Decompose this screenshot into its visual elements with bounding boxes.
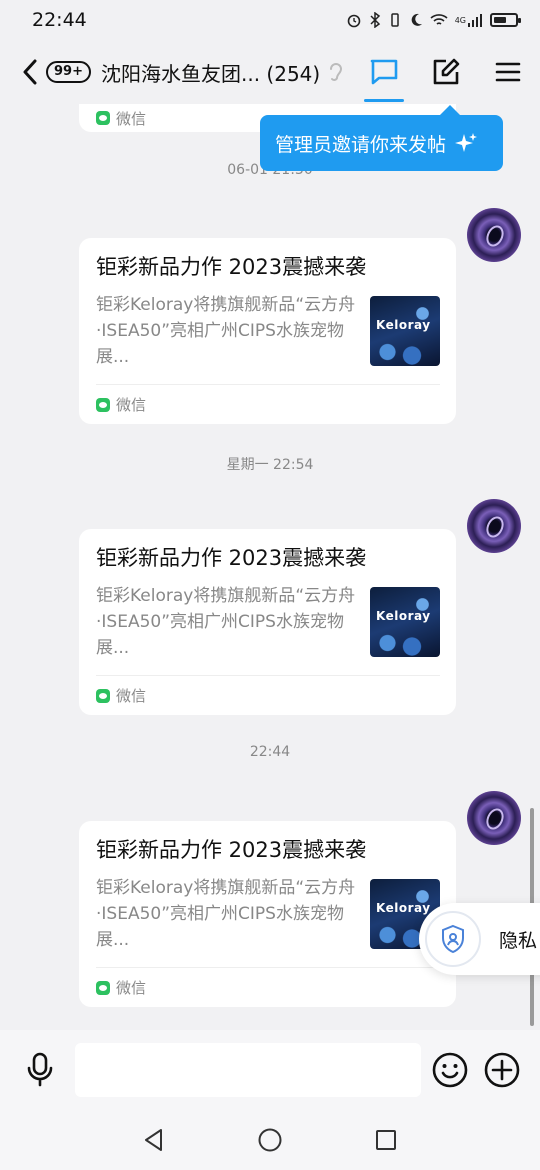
card-source: 微信 bbox=[116, 109, 147, 128]
recents-square-icon bbox=[376, 1130, 396, 1150]
alarm-icon bbox=[346, 12, 362, 28]
wechat-icon bbox=[96, 397, 110, 412]
avatar[interactable] bbox=[467, 499, 521, 553]
input-bar bbox=[0, 1030, 540, 1110]
card-title: 钜彩新品力作 2023震撼来袭 bbox=[96, 255, 367, 279]
message-card[interactable]: 钜彩新品力作 2023震撼来袭 钜彩Keloray将携旗舰新品“云方舟·ISEA… bbox=[79, 238, 456, 424]
home-circle-icon bbox=[258, 1128, 282, 1152]
card-source: 微信 bbox=[116, 687, 147, 705]
header-actions bbox=[364, 52, 526, 102]
card-thumbnail: Keloray bbox=[370, 296, 440, 366]
wechat-icon bbox=[96, 111, 110, 125]
chat-bubble-icon bbox=[370, 59, 398, 85]
emoji-icon bbox=[432, 1052, 468, 1088]
card-description: 钜彩Keloray将携旗舰新品“云方舟·ISEA50”亮相广州CIPS水族宠物展… bbox=[96, 295, 356, 367]
battery-icon bbox=[490, 13, 521, 27]
privacy-label: 隐私 bbox=[499, 929, 538, 952]
thumbnail-logo-text: Keloray bbox=[376, 318, 431, 332]
sparkle-icon bbox=[455, 133, 478, 152]
card-source: 微信 bbox=[116, 979, 147, 997]
bluetooth-icon bbox=[369, 12, 381, 28]
network-type: 4G bbox=[454, 15, 466, 25]
edit-icon bbox=[433, 58, 460, 85]
timestamp: 22:44 bbox=[249, 744, 291, 760]
unread-badge[interactable]: 99+ bbox=[46, 61, 91, 83]
message-card[interactable]: 钜彩新品力作 2023震撼来袭 钜彩Keloray将携旗舰新品“云方舟·ISEA… bbox=[79, 529, 456, 715]
admin-invite-tooltip[interactable]: 管理员邀请你来发帖 bbox=[260, 105, 503, 171]
status-time: 22:44 bbox=[32, 9, 87, 31]
system-recents-button[interactable] bbox=[371, 1125, 401, 1155]
chat-tab-button[interactable] bbox=[364, 52, 404, 102]
message-input[interactable] bbox=[75, 1043, 421, 1097]
thumbnail-logo-text: Keloray bbox=[376, 901, 431, 915]
card-title: 钜彩新品力作 2023震撼来袭 bbox=[96, 546, 367, 570]
voice-button[interactable] bbox=[20, 1050, 60, 1090]
card-source: 微信 bbox=[116, 396, 147, 414]
back-button[interactable] bbox=[18, 52, 42, 92]
vibrate-icon bbox=[388, 12, 402, 28]
more-plus-button[interactable] bbox=[482, 1050, 522, 1090]
privacy-shield-icon bbox=[425, 911, 481, 967]
ear-icon[interactable] bbox=[328, 60, 344, 84]
avatar[interactable] bbox=[467, 791, 521, 845]
card-description: 钜彩Keloray将携旗舰新品“云方舟·ISEA50”亮相广州CIPS水族宠物展… bbox=[96, 586, 356, 658]
mic-icon bbox=[27, 1052, 53, 1087]
post-button[interactable] bbox=[428, 52, 464, 92]
privacy-button[interactable]: 隐私 bbox=[419, 903, 540, 975]
avatar[interactable] bbox=[467, 208, 521, 262]
moon-icon bbox=[409, 12, 423, 28]
system-back-button[interactable] bbox=[139, 1125, 169, 1155]
thumbnail-logo-text: Keloray bbox=[376, 609, 431, 623]
card-description: 钜彩Keloray将携旗舰新品“云方舟·ISEA50”亮相广州CIPS水族宠物展… bbox=[96, 878, 356, 950]
plus-icon bbox=[484, 1052, 520, 1088]
wifi-icon bbox=[430, 13, 448, 27]
message-list[interactable]: 微信 06-01 21:30 钜彩新品力作 2023震撼来袭 钜彩Keloray… bbox=[0, 104, 540, 1030]
wechat-icon bbox=[96, 980, 110, 995]
chat-header: 99+ 沈阳海水鱼友团... (254) bbox=[0, 40, 540, 104]
back-triangle-icon bbox=[145, 1129, 162, 1151]
status-bar: 22:44 4G bbox=[0, 0, 540, 40]
timestamp: 星期一 22:54 bbox=[226, 457, 314, 473]
message-card[interactable]: 钜彩新品力作 2023震撼来袭 钜彩Keloray将携旗舰新品“云方舟·ISEA… bbox=[79, 821, 456, 1007]
system-nav-bar bbox=[0, 1110, 540, 1170]
status-icons: 4G bbox=[346, 12, 521, 28]
more-menu-button[interactable] bbox=[490, 52, 526, 92]
card-thumbnail: Keloray bbox=[370, 587, 440, 657]
system-home-button[interactable] bbox=[255, 1125, 285, 1155]
group-title[interactable]: 沈阳海水鱼友团... (254) bbox=[101, 58, 320, 87]
card-title: 钜彩新品力作 2023震撼来袭 bbox=[96, 838, 367, 862]
menu-icon bbox=[495, 62, 521, 82]
signal-icon: 4G bbox=[455, 13, 483, 27]
wechat-icon bbox=[96, 688, 110, 703]
tooltip-text: 管理员邀请你来发帖 bbox=[275, 133, 447, 156]
back-chevron-icon bbox=[23, 59, 37, 85]
emoji-button[interactable] bbox=[430, 1050, 470, 1090]
